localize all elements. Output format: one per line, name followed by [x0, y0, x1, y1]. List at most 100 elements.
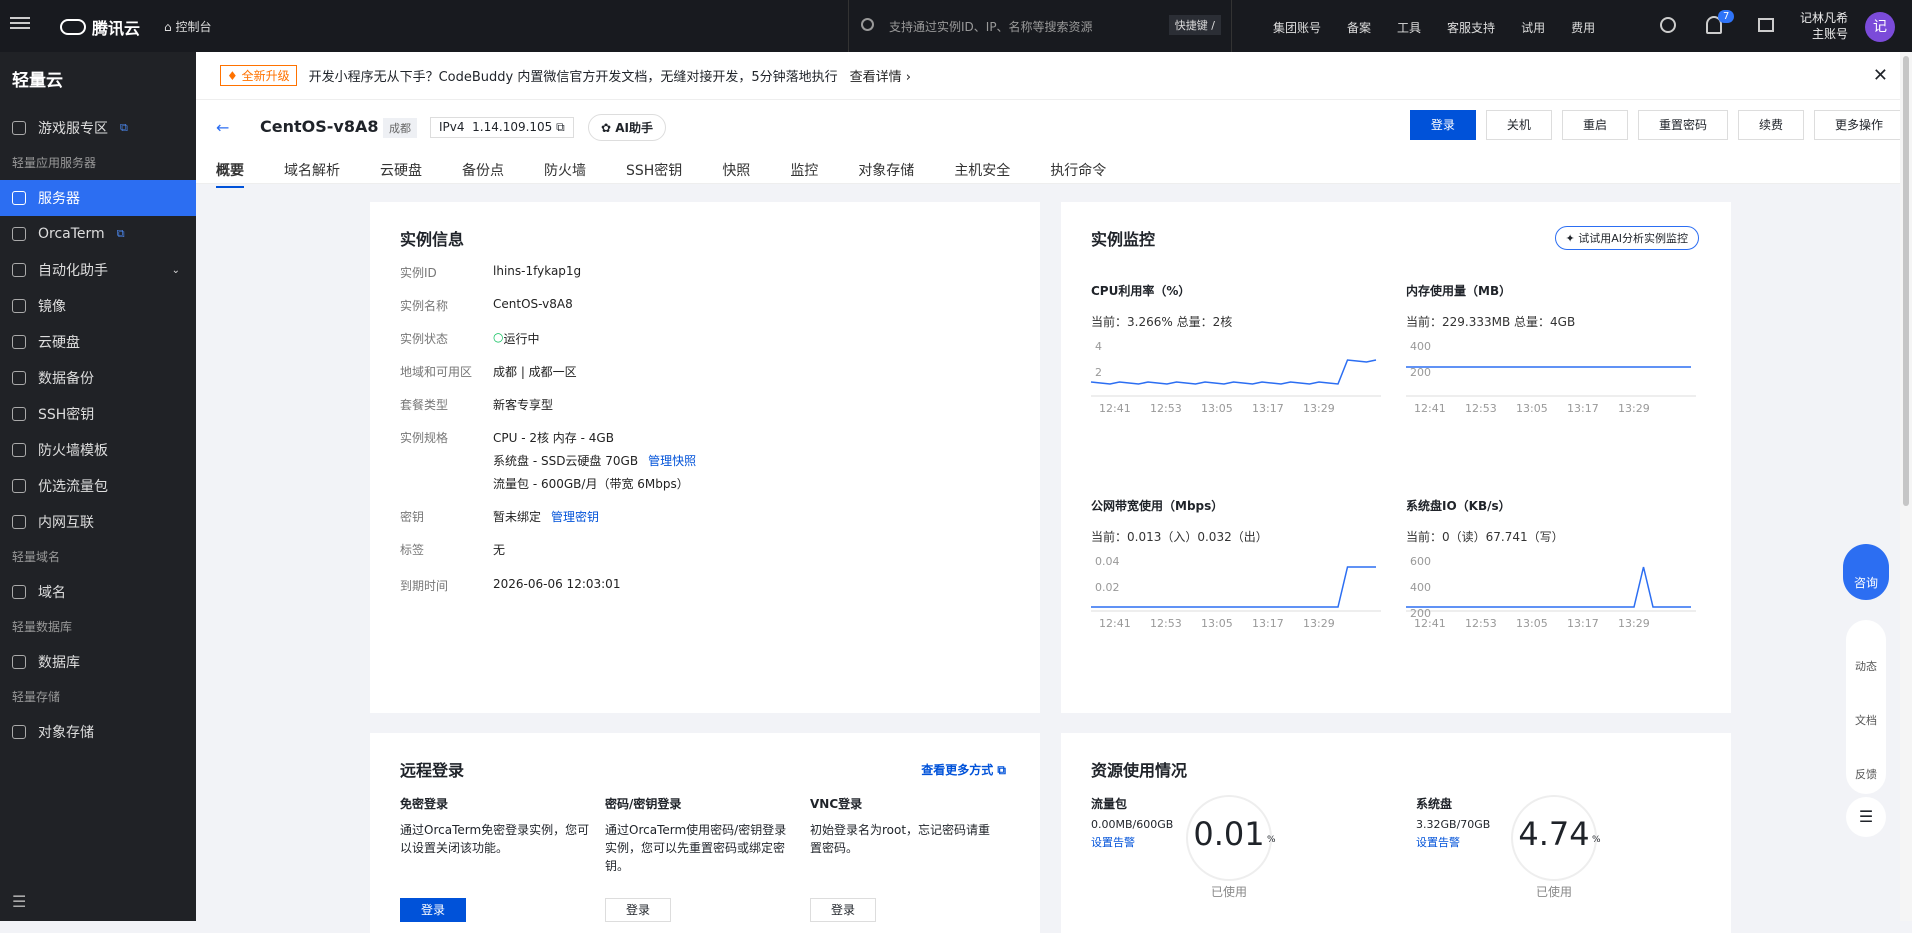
sidebar-item[interactable]: OrcaTerm ⧉: [0, 216, 196, 252]
action-buttons: 登录 关机 重启 重置密码 续费 更多操作: [1409, 110, 1904, 140]
header-button[interactable]: 续费: [1737, 110, 1804, 140]
collapse-icon[interactable]: ☰: [12, 892, 26, 911]
x-tick: 12:41: [1099, 617, 1131, 630]
info-row: 套餐类型 新客专享型: [400, 398, 554, 412]
chart-title: 系统盘IO（KB/s）: [1406, 499, 1511, 513]
sidebar-item[interactable]: 云硬盘: [0, 324, 196, 360]
info-row: 实例ID lhins-1fykap1g: [400, 264, 582, 280]
float-item[interactable]: 反馈: [1846, 734, 1886, 788]
sidebar-item[interactable]: 内网互联: [0, 504, 196, 540]
tab-item[interactable]: 执行命令: [1050, 160, 1106, 188]
x-tick: 13:17: [1567, 617, 1599, 630]
usage-sub: 已使用: [1211, 885, 1248, 899]
ai-assistant-button[interactable]: ✿ AI助手: [588, 114, 666, 141]
consult-button[interactable]: 咨询: [1843, 544, 1889, 600]
sidebar-item[interactable]: 数据备份: [0, 360, 196, 396]
float-item[interactable]: 动态: [1846, 626, 1886, 680]
compass-icon[interactable]: [1660, 17, 1676, 33]
top-nav-item[interactable]: 费用: [1571, 19, 1595, 36]
back-arrow-icon[interactable]: ←: [216, 118, 229, 137]
tab-item[interactable]: 备份点: [462, 160, 504, 188]
sidebar-item[interactable]: 对象存储: [0, 714, 196, 750]
top-bar: 腾讯云 ⌂ 控制台 支持通过实例ID、IP、名称等搜索资源 快捷键 / 集团账号 备…: [0, 0, 1912, 52]
list-icon[interactable]: ☰: [1846, 797, 1886, 837]
sidebar-item[interactable]: 镜像: [0, 288, 196, 324]
sidebar-item[interactable]: 优选流量包: [0, 468, 196, 504]
login-method-title: VNC登录: [810, 797, 863, 811]
tab-item[interactable]: 快照: [722, 160, 750, 188]
x-tick: 12:53: [1150, 402, 1182, 415]
info-row: 标签无: [400, 543, 506, 557]
brand-logo[interactable]: 腾讯云: [60, 15, 140, 39]
avatar[interactable]: 记: [1865, 12, 1895, 42]
remote-login-card: 远程登录 查看更多方式 ⧉ 免密登录 通过OrcaTerm免密登录实例，您可以设置…: [370, 733, 1040, 933]
notice-link[interactable]: 查看详情 ›: [850, 66, 911, 85]
login-method-title: 密码/密钥登录: [605, 797, 682, 811]
login-button[interactable]: 登录: [400, 898, 467, 922]
header-button[interactable]: 更多操作: [1813, 110, 1904, 140]
tab-item[interactable]: 云硬盘: [380, 160, 422, 188]
user-info[interactable]: 记林凡希 主账号: [1800, 10, 1848, 42]
login-button[interactable]: 登录: [810, 898, 877, 922]
info-row: 到期时间 2026-06-06 12:03:01: [400, 577, 621, 593]
x-tick: 13:29: [1303, 617, 1335, 630]
tab-item[interactable]: 防火墙: [544, 160, 586, 188]
more-methods-link[interactable]: 查看更多方式 ⧉: [921, 761, 1006, 778]
info-row: 系统盘 - SSD云硬盘 70GB 管理快照: [493, 452, 697, 469]
top-nav-item[interactable]: 集团账号: [1273, 19, 1321, 36]
tab-bar: 概要 域名解析 云硬盘 备份点 防火墙 SSH密钥 快照 监控 对象存储 主机安全 执行命令: [216, 160, 1106, 188]
notice-text: 开发小程序无从下手？CodeBuddy 内置微信官方开发文档，无缝对接开发，5分…: [308, 70, 838, 85]
float-item[interactable]: 文档: [1846, 680, 1886, 734]
console-link[interactable]: ⌂ 控制台: [164, 18, 211, 35]
usage-title: 系统盘: [1416, 797, 1453, 811]
header-button[interactable]: 关机: [1485, 110, 1552, 140]
sidebar-item[interactable]: SSH密钥: [0, 396, 196, 432]
sidebar-item[interactable]: 自动化助手 ⌄: [0, 252, 196, 288]
sidebar-item[interactable]: 防火墙模板: [0, 432, 196, 468]
info-row: 地域和可用区 成都 | 成都一区: [400, 365, 577, 379]
x-tick: 12:41: [1099, 402, 1131, 415]
tab-item[interactable]: 概要: [216, 160, 244, 188]
monitor-charts: [1090, 359, 1696, 612]
global-search[interactable]: 支持通过实例ID、IP、名称等搜索资源 快捷键 /: [848, 0, 1232, 52]
tab-item[interactable]: 监控: [790, 160, 818, 188]
x-tick: 12:53: [1150, 617, 1182, 630]
top-nav-item[interactable]: 试用: [1521, 19, 1545, 36]
message-icon[interactable]: [1758, 18, 1774, 32]
tab-item[interactable]: 域名解析: [284, 160, 340, 188]
top-nav-item[interactable]: 工具: [1397, 19, 1421, 36]
menu-icon[interactable]: [10, 14, 30, 34]
sidebar-section: 轻量应用服务器: [12, 156, 97, 170]
login-button[interactable]: 登录: [605, 898, 672, 922]
cloud-icon: [60, 19, 86, 35]
top-nav-item[interactable]: 备案: [1347, 19, 1371, 36]
tab-item[interactable]: 主机安全: [954, 160, 1010, 188]
chart-title: 公网带宽使用（Mbps）: [1091, 499, 1224, 513]
tab-item[interactable]: 对象存储: [858, 160, 914, 188]
x-tick: 13:05: [1516, 402, 1548, 415]
sidebar-item[interactable]: 数据库: [0, 644, 196, 680]
sidebar-section: 轻量数据库: [12, 620, 73, 634]
scrollbar[interactable]: [1900, 52, 1912, 921]
header-button[interactable]: 登录: [1409, 110, 1476, 140]
sidebar-item[interactable]: 服务器: [0, 180, 196, 216]
alarm-link[interactable]: 设置告警: [1091, 834, 1135, 850]
sidebar-item[interactable]: 域名: [0, 574, 196, 610]
header-button[interactable]: 重置密码: [1637, 110, 1728, 140]
info-link[interactable]: 管理快照: [648, 452, 696, 469]
header-button[interactable]: 重启: [1561, 110, 1628, 140]
info-link[interactable]: 管理密钥: [551, 508, 599, 525]
sidebar-item-icon: [12, 725, 26, 739]
close-icon[interactable]: ✕: [1873, 65, 1888, 86]
login-method-desc: 通过OrcaTerm使用密码/密钥登录实例，您可以先重置密码或绑定密钥。: [605, 823, 787, 873]
sidebar-item[interactable]: 游戏服专区 ⧉: [0, 110, 196, 146]
tab-item[interactable]: SSH密钥: [626, 160, 682, 188]
chart-current: 当前：229.333MB 总量：4GB: [1406, 315, 1576, 329]
x-tick: 13:17: [1252, 617, 1284, 630]
sidebar-item-icon: [12, 227, 26, 241]
alarm-link[interactable]: 设置告警: [1416, 834, 1460, 850]
sidebar-item-icon: [12, 121, 26, 135]
top-nav-item[interactable]: 客服支持: [1447, 19, 1495, 36]
instance-monitor-card: 实例监控 ✦ 试试用AI分析实例监控 CPU利用率（%） 当前：3.266% 总量…: [1061, 202, 1731, 713]
card-title: 远程登录: [400, 761, 465, 780]
